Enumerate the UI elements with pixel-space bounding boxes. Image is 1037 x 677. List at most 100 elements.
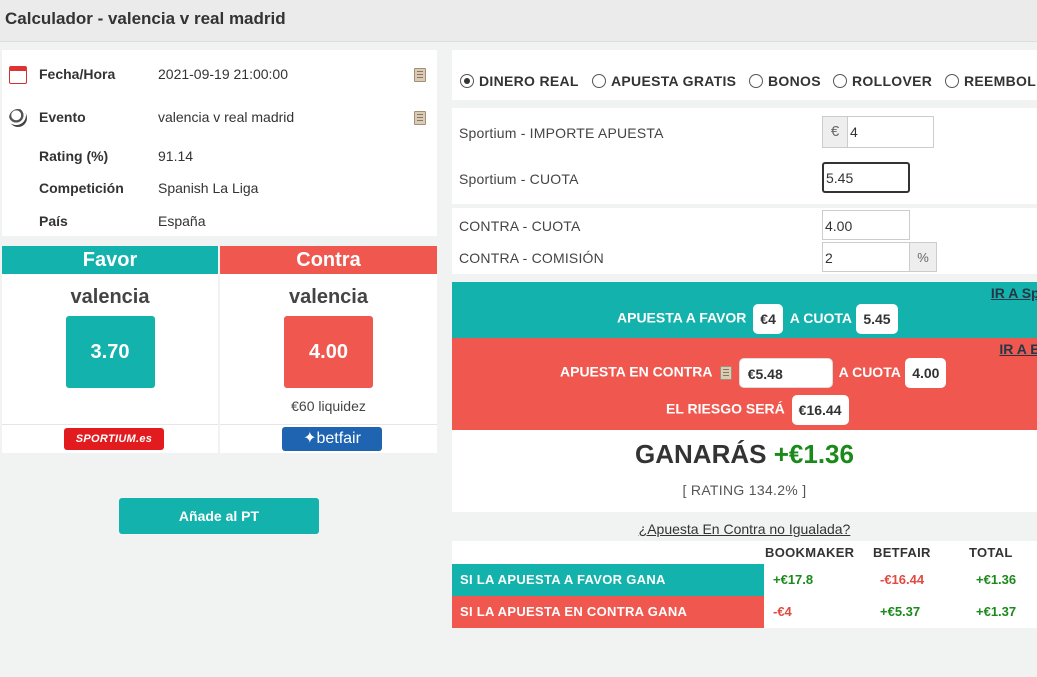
comision-input[interactable]: 2 [822,242,910,272]
evento-row: Evento valencia v real madrid [2,107,437,137]
result-panel: GANARÁS +€1.36 [ RATING 134.2% ] [452,430,1037,512]
contra-stake-chip[interactable]: €5.48 [738,358,833,388]
rating-label: Rating (%) [39,148,109,164]
mode-label: ROLLOVER [852,73,933,89]
competicion-row: Competición Spanish La Liga [2,178,437,208]
radio-icon[interactable] [945,74,959,88]
fecha-row: Fecha/Hora 2021-09-19 21:00:00 [2,64,437,94]
contra-odd: 4.00 [284,316,373,388]
rating-value: 91.14 [158,148,194,164]
favor-header: Favor [2,246,218,274]
radio-icon[interactable] [460,74,474,88]
euro-prefix: € [822,116,847,148]
ir-betfair-panel: IR A Betfair APUESTA EN CONTRA €5.48 A C… [452,338,1037,430]
contra-header: Contra [220,246,437,274]
row-label: SI LA APUESTA A FAVOR GANA [452,564,764,596]
ir-sportium-link[interactable]: IR A Sportium [745,285,1037,301]
soccer-ball-icon [9,109,27,127]
mode-selector: DINERO REAL APUESTA GRATIS BONOS ROLLOVE… [452,50,1037,100]
comision-label: CONTRA - COMISIÓN [459,250,604,266]
rating-row: Rating (%) 91.14 [2,146,437,176]
calendar-icon [9,66,27,84]
row-bookmaker-value: +€17.8 [773,572,814,587]
ganaras-label: GANARÁS [635,439,767,469]
mode-dinero-real[interactable]: DINERO REAL [460,73,579,89]
betfair-logo[interactable]: ✦betfair [282,427,382,451]
mode-reembolso[interactable]: REEMBOL [945,73,1036,89]
percent-suffix: % [910,242,937,272]
contra-cuota-input[interactable]: 4.00 [822,210,910,240]
event-info-panel: Fecha/Hora 2021-09-19 21:00:00 Evento va… [2,50,437,236]
add-to-pt-button[interactable]: Añade al PT [119,498,319,534]
contra-stake-label: APUESTA EN CONTRA [560,363,712,380]
favor-odd: 3.70 [65,316,155,388]
sportium-form: Sportium - IMPORTE APUESTA € 4 Sportium … [452,108,1037,204]
no-igualada-link[interactable]: ¿Apuesta En Contra no Igualada? [452,521,1037,537]
importe-label: Sportium - IMPORTE APUESTA [459,125,664,141]
contra-card: Contra valencia 4.00 €60 liquidez ✦betfa… [220,246,437,453]
contra-team: valencia [289,286,368,308]
col-betfair: BETFAIR [873,545,931,560]
favor-stake-line: APUESTA A FAVOR €4 A CUOTA 5.45 [617,304,898,334]
ganaras-amount: +€1.36 [773,439,854,469]
col-bookmaker: BOOKMAKER [765,545,855,560]
copy-icon[interactable] [414,111,426,125]
favor-stake-chip: €4 [753,304,783,334]
favor-stake-label: APUESTA A FAVOR [617,309,747,326]
row-betfair-value: +€5.37 [880,604,921,619]
table-row: SI LA APUESTA A FAVOR GANA +€17.8 -€16.4… [452,564,1037,596]
mode-apuesta-gratis[interactable]: APUESTA GRATIS [592,73,736,89]
competicion-value: Spanish La Liga [158,180,259,196]
window-title: Calculador - valencia v real madrid [0,0,1037,42]
mode-label: APUESTA GRATIS [611,73,737,89]
cuota-input[interactable]: 5.45 [822,162,910,193]
contra-form: CONTRA - CUOTA 4.00 CONTRA - COMISIÓN 2 … [452,208,1037,274]
fecha-label: Fecha/Hora [39,66,116,82]
mode-bonos[interactable]: BONOS [749,73,821,89]
rating-result: [ RATING 134.2% ] [682,482,807,498]
mode-label: BONOS [768,73,821,89]
col-total: TOTAL [969,545,1013,560]
contra-liquidity: €60 liquidez [291,398,366,414]
contra-stake-line: APUESTA EN CONTRA €5.48 A CUOTA 4.00 [560,358,947,388]
riesgo-chip: €16.44 [791,395,849,425]
mode-rollover[interactable]: ROLLOVER [833,73,932,89]
pais-label: País [39,213,68,229]
contra-cuota-chip: 4.00 [905,358,947,388]
row-label: SI LA APUESTA EN CONTRA GANA [452,596,764,628]
row-total-value: +€1.37 [976,604,1017,619]
favor-card: Favor valencia 3.70 SPORTIUM.es [2,246,218,453]
row-total-value: +€1.36 [976,572,1017,587]
riesgo-line: EL RIESGO SERÁ €16.44 [666,395,849,425]
favor-cuota-chip: 5.45 [856,304,898,334]
radio-icon[interactable] [749,74,763,88]
outcome-table: BOOKMAKER BETFAIR TOTAL SI LA APUESTA A … [452,541,1037,628]
evento-value: valencia v real madrid [158,109,295,125]
pais-value: España [158,213,206,229]
row-bookmaker-value: -€4 [773,604,792,619]
mode-label: DINERO REAL [479,73,579,89]
table-row: SI LA APUESTA EN CONTRA GANA -€4 +€5.37 … [452,596,1037,628]
competicion-label: Competición [39,180,124,196]
contra-cuota-label: CONTRA - CUOTA [459,218,581,234]
contra-logo-row: ✦betfair [220,424,437,453]
copy-icon[interactable] [414,68,426,82]
copy-icon[interactable] [719,366,732,380]
mode-label: REEMBOL [964,73,1037,89]
ir-betfair-link[interactable]: IR A Betfair [745,341,1037,357]
cuota-label: Sportium - CUOTA [459,171,579,187]
contra-cuota-label: A CUOTA [838,363,901,380]
pais-row: País España [2,211,437,241]
favor-logo-row: SPORTIUM.es [2,424,218,453]
radio-icon[interactable] [833,74,847,88]
ir-sportium-panel: IR A Sportium APUESTA A FAVOR €4 A CUOTA… [452,282,1037,338]
betfair-star-icon: ✦ [303,430,317,447]
importe-input[interactable]: 4 [847,116,934,148]
radio-icon[interactable] [592,74,606,88]
sportium-logo[interactable]: SPORTIUM.es [64,428,164,450]
ganaras-text: GANARÁS +€1.36 [452,439,1037,470]
fecha-value: 2021-09-19 21:00:00 [158,66,288,82]
evento-label: Evento [39,109,86,125]
riesgo-label: EL RIESGO SERÁ [666,400,785,417]
favor-cuota-label: A CUOTA [789,309,852,326]
